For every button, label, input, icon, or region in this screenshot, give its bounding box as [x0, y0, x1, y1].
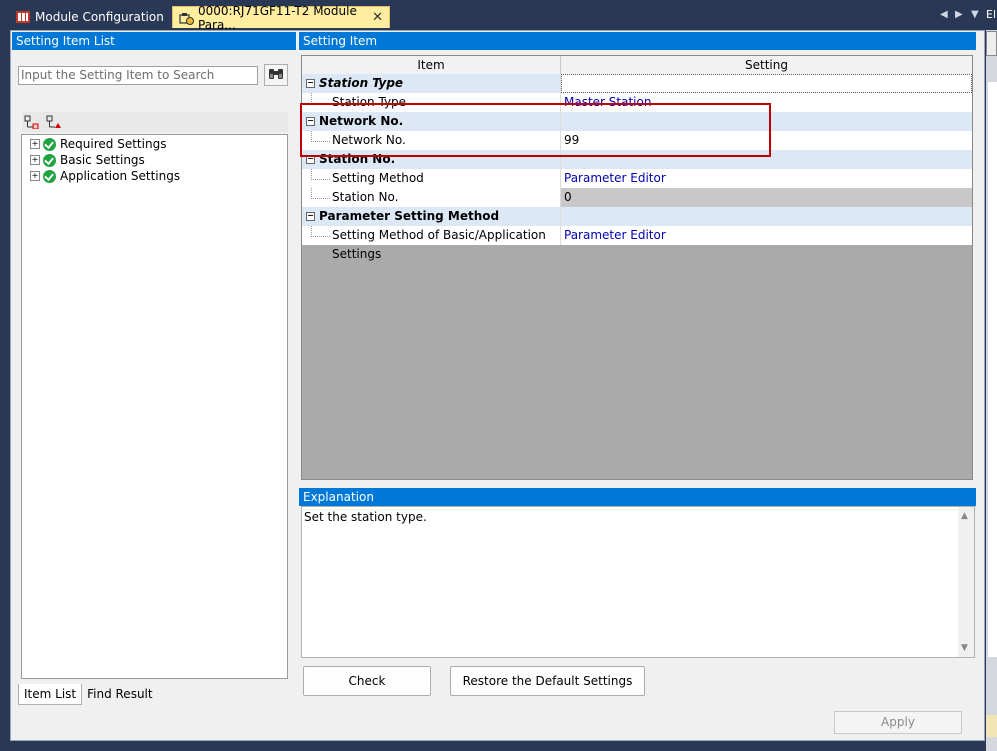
explanation-panel: Explanation [299, 488, 976, 506]
row-setting-value: 0 [561, 188, 972, 207]
row-item-label: Station No. [332, 190, 399, 204]
left-bottom-tabs: Item List Find Result [18, 684, 158, 705]
restore-defaults-button[interactable]: Restore the Default Settings [450, 666, 645, 696]
tab-label: 0000:RJ71GF11-T2 Module Para... [198, 3, 357, 32]
dock-combo[interactable] [986, 31, 997, 56]
scroll-right-icon[interactable]: ▶ [955, 9, 963, 20]
tree-item-label: Basic Settings [60, 153, 145, 167]
check-icon [43, 137, 56, 151]
expand-icon[interactable]: + [30, 155, 40, 165]
tab-list-icon[interactable]: ▼ [971, 9, 979, 20]
tab-module-parameter[interactable]: 0000:RJ71GF11-T2 Module Para... ✕ [172, 4, 390, 32]
explanation-text: Set the station type. [304, 510, 427, 524]
module-parameter-icon [179, 12, 194, 25]
row-setting-value [561, 207, 972, 226]
grid-header: Item Setting [302, 56, 972, 75]
scroll-down-icon[interactable]: ▼ [961, 643, 968, 653]
panel-title: Setting Item List [12, 32, 296, 50]
tree-item-application-settings[interactable]: + Application Settings [30, 168, 180, 184]
row-setting-value[interactable] [561, 74, 972, 93]
grid-row-category[interactable]: − Station Type [302, 74, 972, 93]
tree-item-label: Application Settings [60, 169, 181, 183]
expand-all-icon[interactable] [24, 115, 40, 132]
right-dock-strip: El [986, 0, 997, 751]
binoculars-icon [268, 67, 284, 84]
row-setting-value[interactable]: Parameter Editor [561, 226, 972, 245]
dock-tab-label[interactable]: El [986, 0, 997, 30]
panel-title: Explanation [299, 488, 976, 506]
expand-icon[interactable]: + [30, 139, 40, 149]
dock-bottom-tab[interactable] [986, 715, 997, 737]
tab-module-configuration[interactable]: Module Configuration [10, 6, 170, 28]
row-item-label: Parameter Setting Method [319, 209, 500, 223]
scroll-up-icon[interactable]: ▲ [961, 511, 968, 521]
apply-button[interactable]: Apply [834, 711, 962, 734]
setting-item-panel: Setting Item [299, 32, 976, 50]
check-icon [43, 153, 56, 167]
scroll-left-icon[interactable]: ◀ [940, 9, 948, 20]
row-item-label: Station Type [319, 76, 404, 90]
check-icon [43, 169, 56, 183]
settings-tree: + Required Settings + Basic Settings + A… [21, 134, 288, 679]
grid-row-category[interactable]: − Parameter Setting Method [302, 207, 972, 226]
module-config-icon [16, 11, 30, 23]
collapse-icon[interactable]: − [306, 212, 315, 221]
tab-find-result[interactable]: Find Result [82, 684, 157, 704]
tab-item-list[interactable]: Item List [18, 684, 83, 705]
expand-icon[interactable]: + [30, 171, 40, 181]
grid-row-setting-method-basic[interactable]: Setting Method of Basic/Application Sett… [302, 226, 972, 261]
tree-item-label: Required Settings [60, 137, 167, 151]
search-button[interactable] [264, 64, 288, 86]
explanation-scrollbar[interactable]: ▲ ▼ [958, 507, 974, 657]
collapse-all-icon[interactable] [46, 115, 62, 132]
row-setting-value[interactable]: Parameter Editor [561, 169, 972, 188]
panel-title: Setting Item [299, 32, 976, 50]
collapse-icon[interactable]: − [306, 79, 315, 88]
tree-toolbar [22, 112, 288, 132]
column-header-item[interactable]: Item [302, 56, 561, 74]
column-header-setting[interactable]: Setting [561, 56, 972, 74]
check-button[interactable]: Check [303, 666, 431, 696]
grid-row-setting-method[interactable]: Setting Method Parameter Editor [302, 169, 972, 188]
dock-content [988, 82, 997, 657]
tab-label: Module Configuration [35, 10, 164, 24]
explanation-text-box: Set the station type. [301, 506, 975, 658]
row-item-label: Setting Method [332, 171, 424, 185]
grid-row-station-no[interactable]: Station No. 0 [302, 188, 972, 207]
close-icon[interactable]: ✕ [372, 10, 383, 25]
tree-item-required-settings[interactable]: + Required Settings [30, 136, 166, 152]
tree-item-basic-settings[interactable]: + Basic Settings [30, 152, 145, 168]
highlight-box [300, 103, 771, 157]
search-input[interactable]: Input the Setting Item to Search [18, 66, 258, 85]
